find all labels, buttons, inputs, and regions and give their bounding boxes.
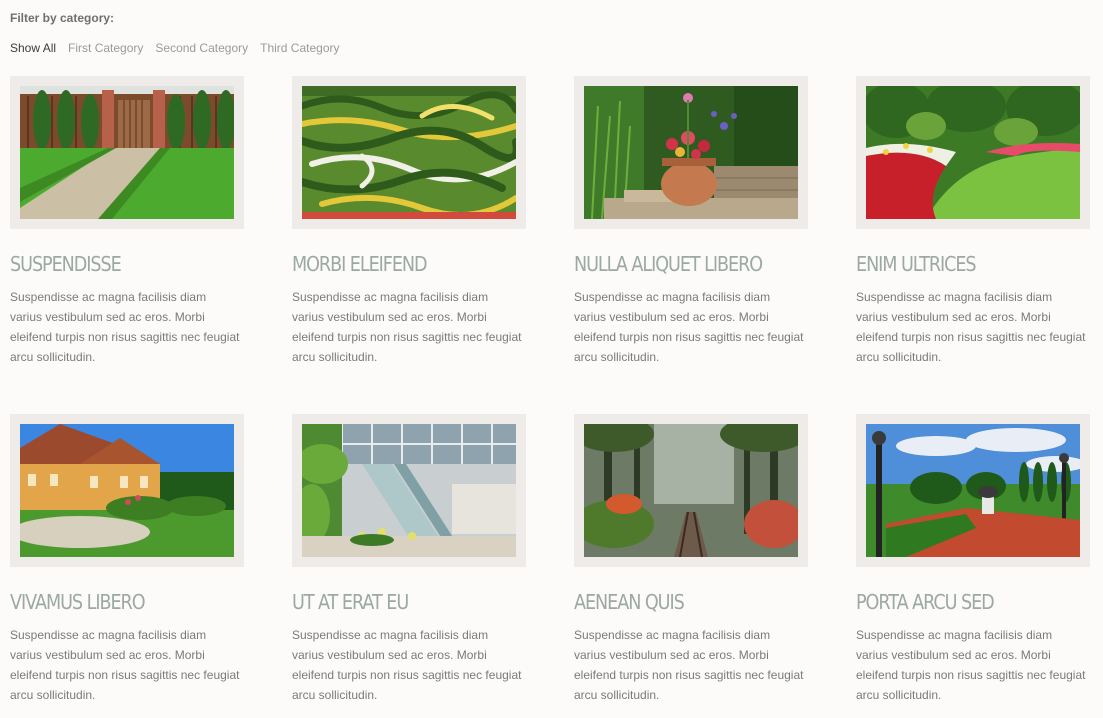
item-description: Suspendisse ac magna facilisis diam vari… bbox=[292, 628, 522, 702]
filter-third-category[interactable]: Third Category bbox=[260, 41, 339, 55]
item-description: Suspendisse ac magna facilisis diam vari… bbox=[856, 290, 1086, 364]
forest-bridge-photo bbox=[584, 424, 798, 557]
filter-show-all[interactable]: Show All bbox=[10, 41, 56, 55]
item-description: Suspendisse ac magna facilisis diam vari… bbox=[10, 290, 240, 364]
item-description: Suspendisse ac magna facilisis diam vari… bbox=[574, 290, 804, 364]
garden-gate-photo bbox=[20, 86, 234, 219]
filter-title: Filter by category: bbox=[10, 11, 115, 25]
country-house-photo bbox=[20, 424, 234, 557]
item-title[interactable]: MORBI ELEIFEND bbox=[292, 252, 498, 276]
item-description: Suspendisse ac magna facilisis diam vari… bbox=[856, 628, 1086, 702]
item-description: Suspendisse ac magna facilisis diam vari… bbox=[574, 628, 804, 702]
item-title[interactable]: AENEAN QUIS bbox=[574, 590, 780, 614]
portfolio-item: SUSPENDISSE Suspendisse ac magna facilis… bbox=[10, 76, 244, 380]
portfolio-item: VIVAMUS LIBERO Suspendisse ac magna faci… bbox=[10, 414, 244, 718]
filter-first-category[interactable]: First Category bbox=[68, 41, 143, 55]
item-description: Suspendisse ac magna facilisis diam vari… bbox=[292, 290, 522, 364]
thumbnail-frame[interactable] bbox=[10, 76, 244, 229]
thumbnail-frame[interactable] bbox=[292, 414, 526, 567]
portfolio-grid: SUSPENDISSE Suspendisse ac magna facilis… bbox=[10, 76, 1090, 718]
thumbnail-frame[interactable] bbox=[574, 76, 808, 229]
thumbnail-frame[interactable] bbox=[856, 76, 1090, 229]
item-title[interactable]: ENIM ULTRICES bbox=[856, 252, 1062, 276]
portfolio-item: UT AT ERAT EU Suspendisse ac magna facil… bbox=[292, 414, 526, 718]
formal-garden-photo bbox=[866, 424, 1080, 557]
item-title[interactable]: PORTA ARCU SED bbox=[856, 590, 1062, 614]
flower-bed-lawn-photo bbox=[866, 86, 1080, 219]
thumbnail-frame[interactable] bbox=[292, 76, 526, 229]
portfolio-item: AENEAN QUIS Suspendisse ac magna facilis… bbox=[574, 414, 808, 718]
thumbnail-frame[interactable] bbox=[856, 414, 1090, 567]
thumbnail-frame[interactable] bbox=[574, 414, 808, 567]
hedge-maze-photo bbox=[302, 86, 516, 219]
filter-second-category[interactable]: Second Category bbox=[155, 41, 248, 55]
category-filter: Show All First Category Second Category … bbox=[10, 41, 352, 55]
item-title[interactable]: NULLA ALIQUET LIBERO bbox=[574, 252, 780, 276]
item-title[interactable]: VIVAMUS LIBERO bbox=[10, 590, 216, 614]
item-title[interactable]: UT AT ERAT EU bbox=[292, 590, 498, 614]
flower-pot-photo bbox=[584, 86, 798, 219]
portfolio-item: MORBI ELEIFEND Suspendisse ac magna faci… bbox=[292, 76, 526, 380]
portfolio-item: PORTA ARCU SED Suspendisse ac magna faci… bbox=[856, 414, 1090, 718]
portfolio-item: NULLA ALIQUET LIBERO Suspendisse ac magn… bbox=[574, 76, 808, 380]
thumbnail-frame[interactable] bbox=[10, 414, 244, 567]
atrium-escalator-photo bbox=[302, 424, 516, 557]
item-description: Suspendisse ac magna facilisis diam vari… bbox=[10, 628, 240, 702]
portfolio-item: ENIM ULTRICES Suspendisse ac magna facil… bbox=[856, 76, 1090, 380]
item-title[interactable]: SUSPENDISSE bbox=[10, 252, 216, 276]
